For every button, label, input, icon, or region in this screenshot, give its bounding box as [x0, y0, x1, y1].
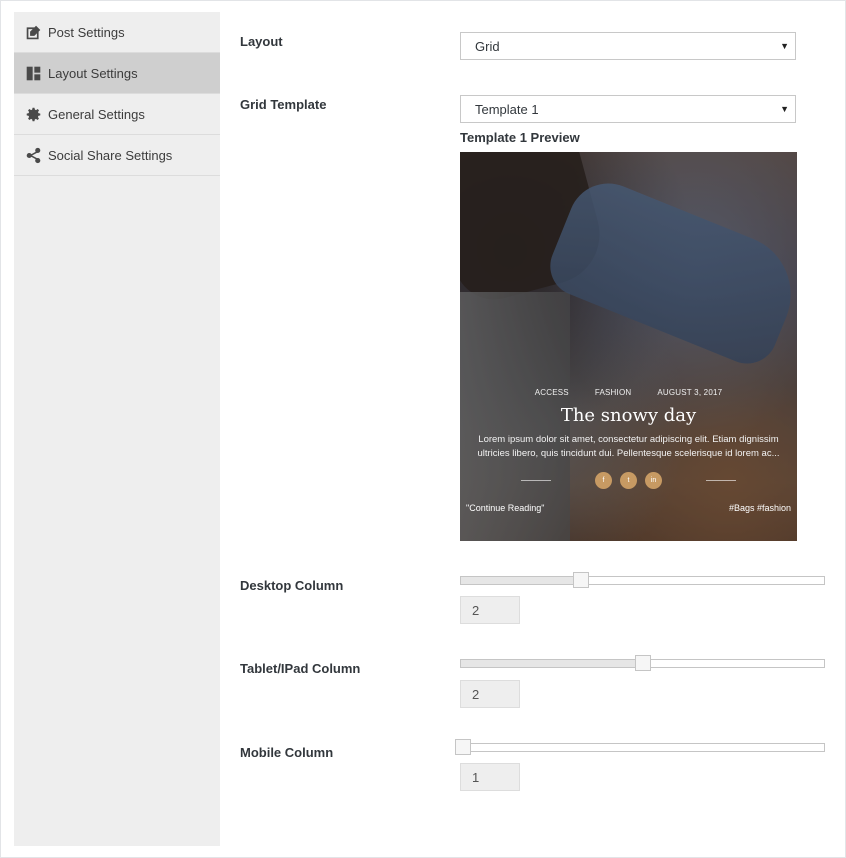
slider-fill: [461, 577, 581, 584]
slider-handle[interactable]: [455, 739, 471, 755]
preview-social-row: f t in: [460, 472, 797, 489]
template-preview-label: Template 1 Preview: [460, 130, 580, 145]
preview-meta: ACCESS FASHION AUGUST 3, 2017: [460, 388, 797, 397]
preview-meta-tag: FASHION: [594, 388, 632, 397]
layout-icon: [25, 65, 42, 82]
share-icon: [25, 147, 42, 164]
edit-icon: [25, 24, 42, 41]
desktop-column-label: Desktop Column: [240, 578, 344, 593]
layout-select[interactable]: Grid ▼: [460, 32, 796, 60]
tablet-column-value: 2: [460, 680, 520, 708]
preview-tags: #Bags #fashion: [728, 503, 791, 513]
template-preview-image: ACCESS FASHION AUGUST 3, 2017 The snowy …: [460, 152, 797, 541]
chevron-down-icon: ▼: [780, 41, 789, 51]
preview-meta-category: ACCESS: [534, 388, 569, 397]
sidebar-item-layout-settings[interactable]: Layout Settings: [14, 53, 220, 94]
linkedin-icon: in: [645, 472, 662, 489]
desktop-column-value: 2: [460, 596, 520, 624]
grid-template-select[interactable]: Template 1 ▼: [460, 95, 796, 123]
divider: [706, 480, 736, 481]
preview-excerpt: Lorem ipsum dolor sit amet, consectetur …: [477, 434, 780, 459]
settings-panel: Post Settings Layout Settings General Se…: [0, 0, 846, 858]
twitter-icon: t: [620, 472, 637, 489]
gear-icon: [25, 106, 42, 123]
grid-template-label: Grid Template: [240, 97, 327, 112]
settings-sidebar: Post Settings Layout Settings General Se…: [14, 12, 220, 846]
sidebar-item-general-settings[interactable]: General Settings: [14, 94, 220, 135]
sidebar-item-post-settings[interactable]: Post Settings: [14, 12, 220, 53]
layout-label: Layout: [240, 34, 283, 49]
facebook-icon: f: [595, 472, 612, 489]
divider: [521, 480, 551, 481]
sidebar-item-label: Layout Settings: [48, 65, 138, 81]
mobile-column-slider[interactable]: [455, 739, 825, 755]
sidebar-item-label: General Settings: [48, 106, 145, 122]
mobile-column-value: 1: [460, 763, 520, 791]
layout-select-value: Grid: [475, 38, 500, 54]
preview-continue-reading: "Continue Reading": [466, 503, 545, 513]
slider-handle[interactable]: [634, 655, 651, 671]
chevron-down-icon: ▼: [780, 104, 789, 114]
slider-fill: [461, 660, 643, 667]
preview-meta-date: AUGUST 3, 2017: [657, 388, 723, 397]
tablet-column-slider[interactable]: [460, 655, 825, 671]
desktop-column-slider[interactable]: [460, 572, 825, 588]
mobile-column-label: Mobile Column: [240, 745, 334, 760]
tablet-column-label: Tablet/IPad Column: [240, 661, 361, 676]
sidebar-item-label: Post Settings: [48, 24, 125, 40]
slider-handle[interactable]: [572, 572, 589, 588]
sidebar-item-label: Social Share Settings: [48, 147, 173, 163]
sidebar-item-social-share-settings[interactable]: Social Share Settings: [14, 135, 220, 176]
grid-template-select-value: Template 1: [475, 101, 539, 117]
preview-post-title: The snowy day: [560, 405, 697, 426]
